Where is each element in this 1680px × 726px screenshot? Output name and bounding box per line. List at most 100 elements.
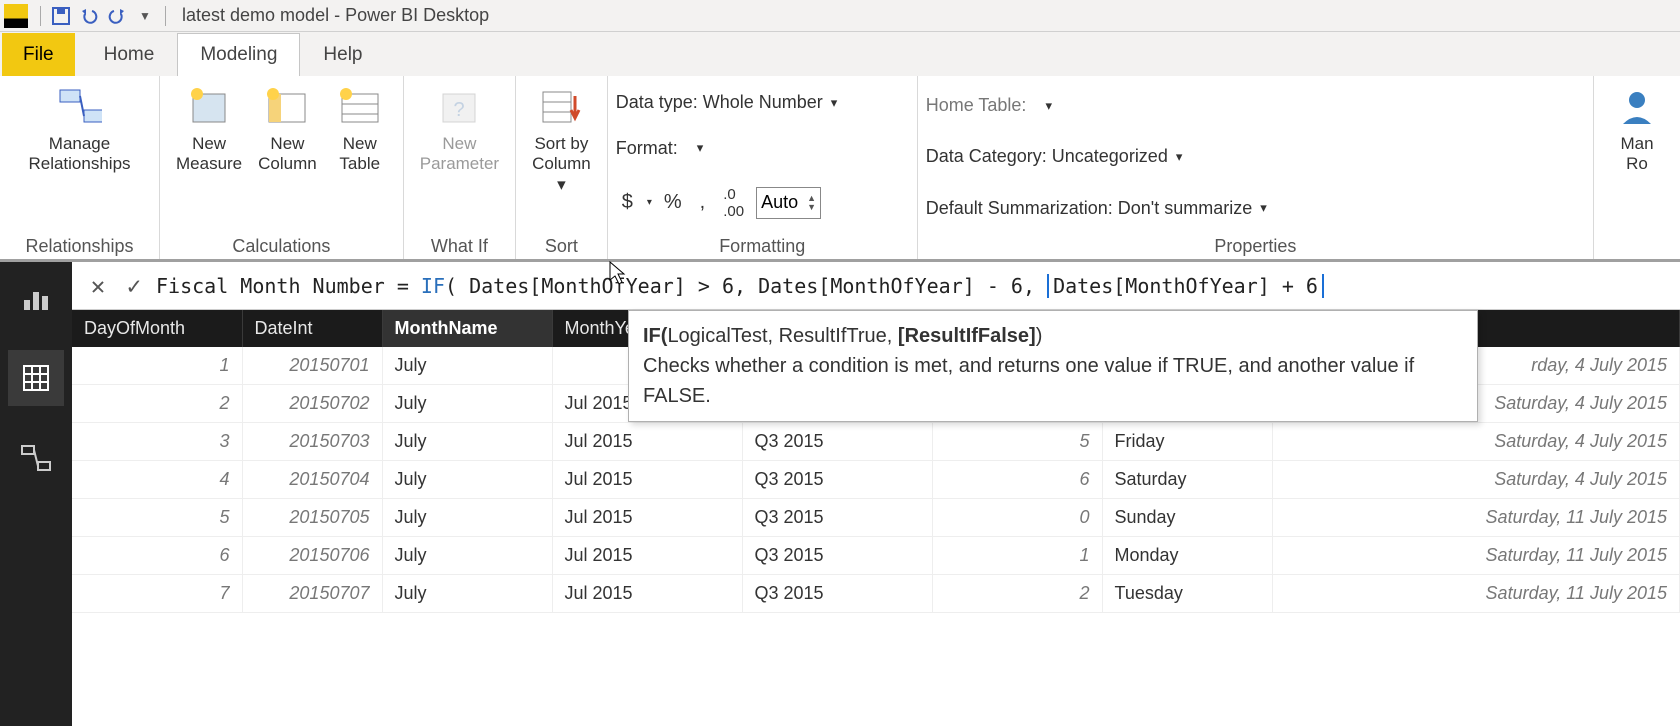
cell[interactable]: 6 — [932, 461, 1102, 499]
default-summarization-dropdown[interactable]: Default Summarization: Don't summarize▾ — [926, 196, 1579, 221]
cell[interactable]: Saturday, 11 July 2015 — [1272, 537, 1680, 575]
customize-qat-icon[interactable]: ▼ — [133, 4, 157, 28]
table-row[interactable]: 420150704JulyJul 2015Q3 20156SaturdaySat… — [72, 461, 1680, 499]
chevron-down-icon: ▾ — [1045, 98, 1052, 114]
group-relationships: Manage Relationships Relationships — [0, 76, 160, 259]
cell[interactable]: 20150704 — [242, 461, 382, 499]
cell[interactable]: 20150706 — [242, 537, 382, 575]
table-row[interactable]: 620150706JulyJul 2015Q3 20151MondaySatur… — [72, 537, 1680, 575]
sort-by-column-button[interactable]: Sort by Column▾ — [524, 80, 599, 199]
cell[interactable]: Jul 2015 — [552, 499, 742, 537]
cell[interactable]: 1 — [72, 347, 242, 385]
cancel-formula-button[interactable]: ✕ — [80, 268, 116, 304]
decimal-icon[interactable]: .0.00 — [717, 184, 750, 222]
tab-modeling[interactable]: Modeling — [177, 33, 300, 76]
cell[interactable]: July — [382, 537, 552, 575]
cell[interactable]: Q3 2015 — [742, 499, 932, 537]
cell[interactable]: 3 — [72, 423, 242, 461]
cell[interactable]: Q3 2015 — [742, 575, 932, 613]
nav-rail — [0, 262, 72, 726]
cell[interactable]: 20150702 — [242, 385, 382, 423]
group-calculations-label: Calculations — [168, 234, 395, 257]
cell[interactable]: July — [382, 347, 552, 385]
chevron-down-icon: ▾ — [557, 175, 566, 195]
cell[interactable]: 0 — [932, 499, 1102, 537]
cell[interactable]: Saturday, 11 July 2015 — [1272, 499, 1680, 537]
cell[interactable]: 20150703 — [242, 423, 382, 461]
chevron-down-icon: ▾ — [1260, 200, 1267, 216]
manage-roles-button[interactable]: Man Ro — [1602, 80, 1672, 179]
commit-formula-button[interactable]: ✓ — [116, 268, 152, 304]
measure-icon — [187, 84, 231, 128]
save-icon[interactable] — [49, 4, 73, 28]
new-column-button[interactable]: New Column — [250, 80, 325, 179]
data-category-dropdown[interactable]: Data Category: Uncategorized▾ — [926, 144, 1579, 169]
cell[interactable]: 4 — [72, 461, 242, 499]
percent-button[interactable]: % — [658, 189, 688, 216]
new-measure-button[interactable]: New Measure — [168, 80, 250, 179]
cell[interactable]: Jul 2015 — [552, 423, 742, 461]
cell[interactable]: Saturday, 4 July 2015 — [1272, 423, 1680, 461]
col-header-monthname[interactable]: MonthName — [382, 310, 552, 347]
data-view-button[interactable] — [8, 350, 64, 406]
cell[interactable]: 7 — [72, 575, 242, 613]
table-row[interactable]: 520150705JulyJul 2015Q3 20150SundaySatur… — [72, 499, 1680, 537]
cell[interactable]: Q3 2015 — [742, 461, 932, 499]
cell[interactable]: Saturday — [1102, 461, 1272, 499]
group-formatting: Data type: Whole Number▾ Format: ▾ $▾ % … — [608, 76, 918, 259]
cell[interactable]: 20150701 — [242, 347, 382, 385]
cell[interactable]: Jul 2015 — [552, 575, 742, 613]
cell[interactable]: Q3 2015 — [742, 423, 932, 461]
ribbon: Manage Relationships Relationships New M… — [0, 76, 1680, 262]
formula-text[interactable]: Fiscal Month Number = IF( Dates[MonthOfY… — [152, 274, 1672, 298]
cell[interactable]: Tuesday — [1102, 575, 1272, 613]
cell[interactable]: Saturday, 4 July 2015 — [1272, 461, 1680, 499]
table-row[interactable]: 720150707JulyJul 2015Q3 20152TuesdaySatu… — [72, 575, 1680, 613]
cell[interactable]: 20150707 — [242, 575, 382, 613]
cell[interactable]: Saturday, 11 July 2015 — [1272, 575, 1680, 613]
formula-bar[interactable]: ✕ ✓ Fiscal Month Number = IF( Dates[Mont… — [72, 262, 1680, 310]
cell[interactable]: Jul 2015 — [552, 537, 742, 575]
tab-home[interactable]: Home — [81, 33, 178, 76]
tab-help[interactable]: Help — [300, 33, 385, 76]
cell[interactable]: 20150705 — [242, 499, 382, 537]
decimal-places-input[interactable] — [757, 192, 803, 213]
tab-file[interactable]: File — [2, 33, 75, 76]
cell[interactable]: 1 — [932, 537, 1102, 575]
decimal-places-stepper[interactable]: ▲▼ — [756, 187, 821, 219]
cell[interactable]: Monday — [1102, 537, 1272, 575]
cell[interactable]: 5 — [932, 423, 1102, 461]
cell[interactable]: July — [382, 575, 552, 613]
comma-button[interactable]: , — [694, 189, 712, 216]
cell[interactable]: 2 — [72, 385, 242, 423]
cell[interactable]: Sunday — [1102, 499, 1272, 537]
table-icon — [338, 84, 382, 128]
undo-icon[interactable] — [77, 4, 101, 28]
cell[interactable]: 2 — [932, 575, 1102, 613]
currency-button[interactable]: $ — [616, 189, 639, 216]
cell[interactable]: 6 — [72, 537, 242, 575]
format-dropdown[interactable]: Format: ▾ — [616, 136, 909, 161]
report-view-button[interactable] — [8, 270, 64, 326]
cell[interactable]: Friday — [1102, 423, 1272, 461]
model-view-button[interactable] — [8, 430, 64, 486]
new-table-button[interactable]: New Table — [325, 80, 395, 179]
col-header-dayofmonth[interactable]: DayOfMonth — [72, 310, 242, 347]
cell[interactable]: July — [382, 385, 552, 423]
cell[interactable]: July — [382, 499, 552, 537]
cell[interactable]: 5 — [72, 499, 242, 537]
home-table-dropdown[interactable]: Home Table: ▾ — [926, 93, 1579, 118]
redo-icon[interactable] — [105, 4, 129, 28]
group-properties-label: Properties — [926, 234, 1585, 257]
group-whatif: ? New Parameter What If — [404, 76, 516, 259]
cell[interactable]: Jul 2015 — [552, 461, 742, 499]
data-type-dropdown[interactable]: Data type: Whole Number▾ — [616, 90, 909, 115]
cell[interactable]: Q3 2015 — [742, 537, 932, 575]
manage-relationships-button[interactable]: Manage Relationships — [20, 80, 138, 179]
cell[interactable]: July — [382, 423, 552, 461]
col-header-dateint[interactable]: DateInt — [242, 310, 382, 347]
spinner-arrows-icon[interactable]: ▲▼ — [803, 194, 820, 212]
table-row[interactable]: 320150703JulyJul 2015Q3 20155FridaySatur… — [72, 423, 1680, 461]
group-formatting-label: Formatting — [616, 234, 909, 257]
cell[interactable]: July — [382, 461, 552, 499]
